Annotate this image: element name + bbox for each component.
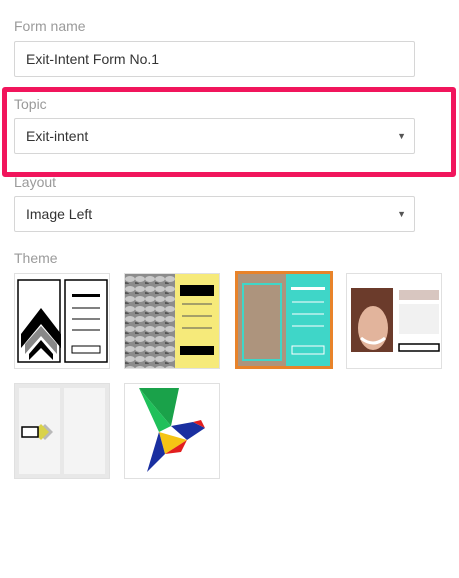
theme-label: Theme xyxy=(14,250,58,266)
theme-portrait-icon xyxy=(351,288,440,352)
theme-knit-yellow-icon xyxy=(125,274,219,368)
layout-select[interactable]: Image Left ▼ xyxy=(14,196,415,232)
theme-option-knit-yellow[interactable] xyxy=(124,273,220,369)
theme-gray-minimal-icon xyxy=(15,384,109,478)
caret-down-icon: ▼ xyxy=(397,209,406,219)
form-name-value: Exit-Intent Form No.1 xyxy=(26,51,160,67)
theme-geometric-icon xyxy=(17,279,108,363)
layout-label: Layout xyxy=(14,174,57,190)
topic-highlight-box xyxy=(2,87,456,177)
theme-origami-bird-icon xyxy=(139,388,205,472)
theme-option-teal-orange[interactable] xyxy=(235,271,333,369)
form-name-label: Form name xyxy=(14,18,86,34)
theme-option-geometric[interactable] xyxy=(14,273,110,369)
layout-value: Image Left xyxy=(26,206,93,222)
theme-teal-orange-icon xyxy=(238,274,330,366)
theme-option-portrait[interactable] xyxy=(346,273,442,369)
theme-option-origami-bird[interactable] xyxy=(124,383,220,479)
theme-option-gray-minimal[interactable] xyxy=(14,383,110,479)
form-name-input[interactable]: Exit-Intent Form No.1 xyxy=(14,41,415,77)
